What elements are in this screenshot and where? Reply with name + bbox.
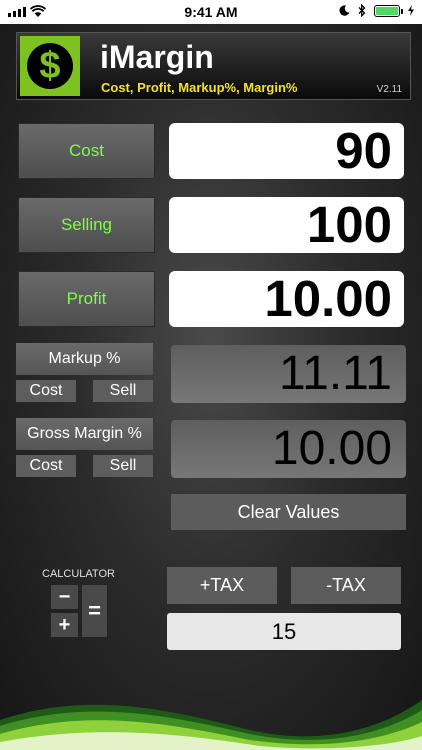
profit-button[interactable]: Profit xyxy=(18,271,155,327)
margin-sell-button[interactable]: Sell xyxy=(93,455,153,477)
markup-result: 11.11 xyxy=(171,345,406,403)
plus-tax-button[interactable]: +TAX xyxy=(167,567,277,604)
app-title: iMargin xyxy=(100,39,214,75)
calc-equals-key: = xyxy=(81,584,108,638)
moon-icon xyxy=(339,5,350,16)
margin-result: 10.00 xyxy=(171,420,406,478)
green-swoosh-decoration xyxy=(0,700,422,750)
status-bar: 9:41 AM xyxy=(0,0,422,24)
charging-bolt-icon xyxy=(408,5,414,16)
app-header: $ iMargin Cost, Profit, Markup%, Margin%… xyxy=(16,32,411,100)
selling-input[interactable]: 100 xyxy=(169,197,404,253)
profit-input[interactable]: 10.00 xyxy=(169,271,404,327)
calc-minus-key: − xyxy=(50,584,79,610)
cost-button[interactable]: Cost xyxy=(18,123,155,179)
gross-margin-label: Gross Margin % xyxy=(16,418,153,450)
app-version: V2.11 xyxy=(376,84,402,95)
minus-tax-button[interactable]: -TAX xyxy=(291,567,401,604)
battery-icon xyxy=(374,4,403,17)
dollar-logo-icon: $ xyxy=(20,36,80,96)
markup-sell-button[interactable]: Sell xyxy=(93,380,153,402)
clear-values-button[interactable]: Clear Values xyxy=(171,494,406,530)
markup-cost-button[interactable]: Cost xyxy=(16,380,76,402)
calculator-icon[interactable]: − + = xyxy=(50,584,108,638)
calc-plus-key: + xyxy=(50,612,79,638)
calculator-label: CALCULATOR xyxy=(42,568,115,580)
tax-rate-input[interactable]: 15 xyxy=(167,613,401,650)
margin-cost-button[interactable]: Cost xyxy=(16,455,76,477)
bluetooth-icon xyxy=(358,4,366,17)
app-subtitle: Cost, Profit, Markup%, Margin% xyxy=(101,80,298,95)
cost-input[interactable]: 90 xyxy=(169,123,404,179)
selling-button[interactable]: Selling xyxy=(18,197,155,253)
markup-label: Markup % xyxy=(16,343,153,375)
